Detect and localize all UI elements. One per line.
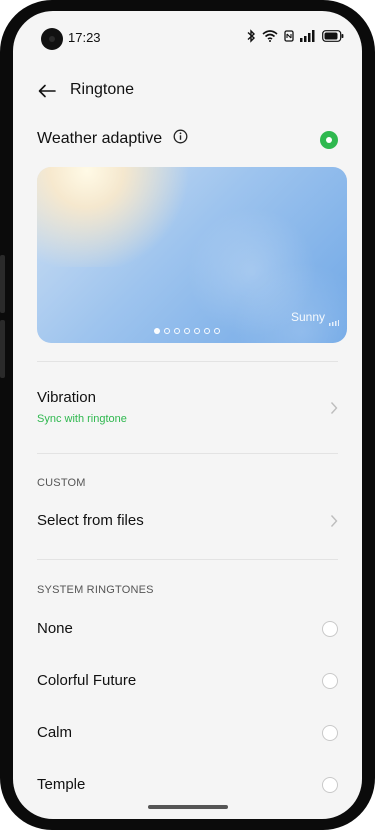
weather-adaptive-toggle[interactable]	[320, 131, 338, 149]
front-camera	[41, 28, 63, 50]
home-indicator[interactable]	[148, 805, 228, 809]
ringtone-radio[interactable]	[322, 621, 338, 637]
divider	[37, 453, 338, 454]
ringtone-label: Temple	[37, 776, 86, 793]
weather-preview-card[interactable]: Sunny	[37, 167, 347, 343]
power-button	[0, 320, 5, 378]
weather-adaptive-row[interactable]: Weather adaptive	[37, 129, 342, 153]
page-dot	[174, 328, 180, 334]
status-bar: 17:23	[13, 11, 362, 50]
ringtone-radio[interactable]	[322, 777, 338, 793]
battery-icon	[322, 30, 344, 42]
vibration-title: Vibration	[37, 389, 96, 406]
page-dot	[214, 328, 220, 334]
cell-signal-icon	[300, 30, 316, 42]
chevron-right-icon	[330, 401, 338, 420]
page-dot	[164, 328, 170, 334]
sun-glow	[37, 167, 197, 267]
weather-condition-label: Sunny	[290, 310, 325, 324]
ringtone-item[interactable]: None	[37, 620, 342, 642]
back-arrow-icon[interactable]	[35, 79, 59, 103]
section-heading-system-ringtones: SYSTEM RINGTONES	[37, 584, 154, 596]
nfc-icon	[284, 30, 294, 42]
ringtone-label: Calm	[37, 724, 73, 741]
select-from-files-label: Select from files	[37, 512, 144, 529]
ringtone-item[interactable]: Calm	[37, 724, 342, 746]
page-dot	[154, 328, 160, 334]
vibration-row[interactable]: Vibration Sync with ringtone	[37, 389, 342, 429]
chevron-right-icon	[330, 514, 338, 533]
ringtone-radio[interactable]	[322, 725, 338, 741]
page-dot	[184, 328, 190, 334]
divider	[37, 361, 338, 362]
volume-button	[0, 255, 5, 313]
status-time: 17:23	[68, 30, 101, 45]
app-header: Ringtone	[13, 77, 362, 105]
phone-frame: 17:23 Ringtone Weather adaptive Sunny Vi…	[0, 0, 375, 830]
sound-level-icon	[329, 313, 339, 331]
section-heading-custom: CUSTOM	[37, 477, 86, 489]
ringtone-item[interactable]: Colorful Future	[37, 672, 342, 694]
weather-adaptive-label: Weather adaptive	[37, 130, 163, 147]
status-icons	[246, 28, 344, 44]
page-indicator[interactable]	[154, 328, 220, 336]
divider	[37, 559, 338, 560]
ringtone-item[interactable]: Temple	[37, 776, 342, 798]
ringtone-radio[interactable]	[322, 673, 338, 689]
select-from-files-row[interactable]: Select from files	[37, 512, 342, 536]
screen: 17:23 Ringtone Weather adaptive Sunny Vi…	[13, 11, 362, 819]
page-dot	[194, 328, 200, 334]
info-icon[interactable]	[173, 129, 188, 149]
ringtone-label: None	[37, 620, 73, 637]
page-title: Ringtone	[70, 81, 135, 98]
ringtone-label: Colorful Future	[37, 672, 137, 689]
bluetooth-icon	[246, 29, 256, 43]
wifi-icon	[262, 30, 278, 42]
page-dot	[204, 328, 210, 334]
vibration-subtitle: Sync with ringtone	[37, 413, 127, 425]
